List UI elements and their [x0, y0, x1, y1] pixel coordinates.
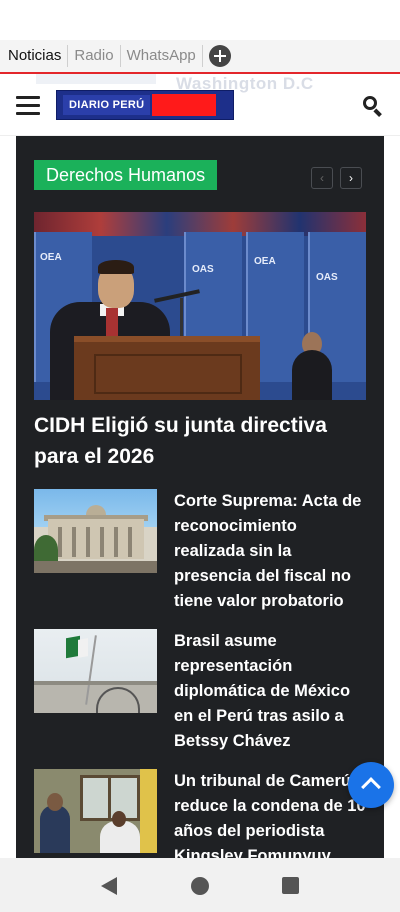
plus-circle-icon[interactable]: [208, 45, 231, 67]
hamburger-icon[interactable]: [16, 95, 40, 115]
article-thumbnail[interactable]: [34, 769, 157, 853]
oas-label: OAS: [192, 264, 214, 275]
logo-text: DIARIO PERÚ: [63, 95, 151, 115]
oea-label: OEA: [254, 256, 276, 267]
article-title[interactable]: Brasil asume representación diplomática …: [174, 629, 369, 754]
next-arrow-button[interactable]: ›: [340, 167, 362, 189]
chevron-up-icon: [361, 777, 381, 797]
article-title[interactable]: Un tribunal de Camerún reduce la condena…: [174, 769, 369, 858]
article-title[interactable]: Corte Suprema: Acta de reconocimiento re…: [174, 489, 369, 614]
news-section-card: Derechos Humanos ‹ › OEA OAS OEA OAS CID…: [16, 136, 384, 858]
home-icon[interactable]: [191, 877, 209, 895]
tab-radio[interactable]: Radio: [68, 45, 121, 67]
oea-label: OEA: [40, 252, 62, 263]
system-navigation-bar: [0, 858, 400, 912]
tab-noticias[interactable]: Noticias: [2, 45, 69, 77]
oas-label: OAS: [316, 272, 338, 283]
status-area: [0, 0, 400, 40]
article-thumbnail[interactable]: [34, 629, 157, 713]
browser-tab-strip: Noticias Radio WhatsApp: [0, 40, 400, 77]
lead-article-title[interactable]: CIDH Eligió su junta directiva para el 2…: [34, 410, 364, 472]
search-icon[interactable]: [362, 95, 384, 117]
scroll-to-top-button[interactable]: [348, 762, 394, 808]
site-header: Washington D.C DIARIO PERÚ: [0, 74, 400, 136]
ghost-banner: [36, 74, 156, 84]
tab-whatsapp[interactable]: WhatsApp: [121, 45, 203, 67]
site-logo[interactable]: DIARIO PERÚ: [56, 90, 234, 120]
lead-article-image[interactable]: OEA OAS OEA OAS: [34, 212, 366, 400]
article-thumbnail[interactable]: [34, 489, 157, 573]
back-icon[interactable]: [101, 877, 117, 895]
prev-arrow-button[interactable]: ‹: [311, 167, 333, 189]
recent-apps-icon[interactable]: [282, 877, 299, 894]
logo-red-block: [152, 94, 217, 116]
section-title[interactable]: Derechos Humanos: [34, 160, 218, 190]
